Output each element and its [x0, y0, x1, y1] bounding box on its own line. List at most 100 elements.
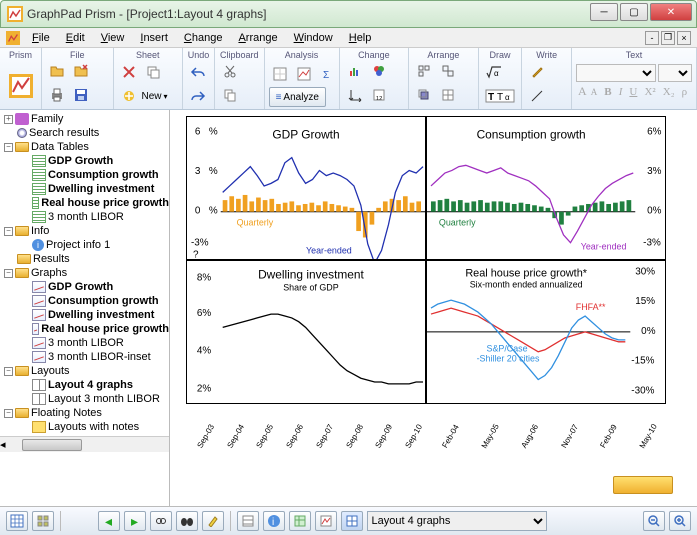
tree-dt-item[interactable]: Real house price growth [0, 196, 169, 210]
tree-dt-item[interactable]: Dwelling investment [0, 182, 169, 196]
tree-dt-item[interactable]: 3 month LIBOR [0, 210, 169, 224]
tree-data-tables[interactable]: −Data Tables [0, 140, 169, 154]
highlight-box[interactable] [613, 476, 673, 494]
tree-search[interactable]: Search results [0, 126, 169, 140]
nav-first-icon[interactable]: ◂ [98, 511, 120, 531]
save-icon[interactable] [70, 84, 92, 106]
menu-app-icon[interactable] [6, 31, 20, 45]
superscript-icon[interactable]: X² [644, 86, 655, 98]
nav-highlight-icon[interactable] [202, 511, 224, 531]
arrange4-icon[interactable] [437, 84, 459, 106]
view-datatable-icon[interactable] [6, 511, 28, 531]
menu-arrange[interactable]: Arrange [230, 30, 285, 46]
tree-family[interactable]: +Family [0, 112, 169, 126]
new-dropdown-icon[interactable]: ▾ [164, 92, 168, 101]
change-axes-icon[interactable] [344, 84, 366, 106]
maximize-button[interactable]: ▢ [620, 3, 648, 21]
change4-icon[interactable]: ₁₂ [368, 84, 390, 106]
sheet-selector-combo[interactable]: Layout 4 graphs [367, 511, 547, 531]
line-icon[interactable] [526, 85, 548, 107]
copy-icon[interactable] [219, 84, 241, 106]
font-family-combo[interactable] [576, 64, 656, 82]
view-gallery-icon[interactable] [32, 511, 54, 531]
close-button[interactable]: ✕ [650, 3, 692, 21]
tree-note-item[interactable]: Layouts with notes [0, 420, 169, 434]
font-size-combo[interactable] [658, 64, 692, 82]
tree-graph-item[interactable]: 3 month LIBOR-inset [0, 350, 169, 364]
undo-icon[interactable] [187, 61, 209, 83]
tree-layout-item[interactable]: Layout 3 month LIBOR [0, 392, 169, 406]
chart-house-price[interactable]: 30% 15% 0% -15% -30% Real house price gr… [426, 260, 666, 404]
mdi-close-button[interactable]: × [677, 31, 691, 45]
group-icon[interactable] [437, 60, 459, 82]
sqrt-icon[interactable]: α [483, 61, 505, 83]
view-results-icon[interactable] [289, 511, 311, 531]
sidebar-h-scrollbar[interactable]: ◂ [0, 436, 169, 452]
bring-front-icon[interactable] [413, 84, 435, 106]
tree-floating-notes[interactable]: −Floating Notes [0, 406, 169, 420]
nav-binoculars-icon[interactable] [176, 511, 198, 531]
view-layout-icon[interactable] [341, 511, 363, 531]
subscript-icon[interactable]: X₂ [663, 86, 675, 98]
view-info-icon[interactable]: i [263, 511, 285, 531]
tree-dt-item[interactable]: GDP Growth [0, 154, 169, 168]
layout-canvas[interactable]: 6% 3% 0% -3% ? GDP Growth Quarterly Year… [170, 110, 697, 506]
new-sheet-label[interactable]: New [142, 91, 162, 102]
nav-link-icon[interactable] [150, 511, 172, 531]
tree-info[interactable]: −Info [0, 224, 169, 238]
change-colors-icon[interactable] [368, 60, 390, 82]
view-graph-icon[interactable] [315, 511, 337, 531]
menu-edit[interactable]: Edit [58, 30, 93, 46]
redo-icon[interactable] [187, 85, 209, 107]
tree-graph-item[interactable]: Consumption growth [0, 294, 169, 308]
menu-change[interactable]: Change [176, 30, 231, 46]
mdi-minimize-button[interactable]: - [645, 31, 659, 45]
analysis-icon[interactable] [269, 63, 291, 85]
tree-graph-item[interactable]: Dwelling investment [0, 308, 169, 322]
underline-icon[interactable]: U [629, 86, 637, 98]
new-sheet-icon[interactable] [118, 85, 140, 107]
cut-icon[interactable] [219, 60, 241, 82]
chart-gdp-growth[interactable]: 6% 3% 0% -3% ? GDP Growth Quarterly Year… [186, 116, 426, 260]
text-tool-icon[interactable]: TTα [483, 85, 517, 107]
duplicate-sheet-icon[interactable] [142, 61, 164, 83]
align-icon[interactable] [413, 60, 435, 82]
tree-layouts[interactable]: −Layouts [0, 364, 169, 378]
menu-view[interactable]: View [93, 30, 133, 46]
tree-dt-item[interactable]: Consumption growth [0, 168, 169, 182]
analysis3-icon[interactable]: Σ [317, 63, 339, 85]
bold-icon[interactable]: B [604, 86, 611, 98]
tree-results[interactable]: Results [0, 252, 169, 266]
delete-sheet-icon[interactable] [118, 61, 140, 83]
chart-layout-panel[interactable]: 6% 3% 0% -3% ? GDP Growth Quarterly Year… [186, 116, 666, 436]
prism-icon[interactable] [4, 69, 37, 103]
menu-file[interactable]: File [24, 30, 58, 46]
font-larger-icon[interactable]: A [578, 84, 587, 98]
mdi-restore-button[interactable]: ❐ [661, 31, 675, 45]
chart-dwelling[interactable]: 8% 6% 4% 2% Dwelling investment Share of… [186, 260, 426, 404]
menu-help[interactable]: Help [341, 30, 380, 46]
zoom-out-icon[interactable] [643, 511, 665, 531]
zoom-in-icon[interactable] [669, 511, 691, 531]
font-smaller-icon[interactable]: A [591, 87, 598, 97]
print-icon[interactable] [46, 84, 68, 106]
tree-graphs[interactable]: −Graphs [0, 266, 169, 280]
greek-icon[interactable]: ρ [682, 86, 688, 98]
menu-insert[interactable]: Insert [132, 30, 176, 46]
open-icon[interactable] [46, 60, 68, 82]
tree-layout-item[interactable]: Layout 4 graphs [0, 378, 169, 392]
nav-play-icon[interactable]: ▸ [124, 511, 146, 531]
menu-window[interactable]: Window [286, 30, 341, 46]
analyze-button[interactable]: ≡Analyze [269, 87, 326, 107]
tree-graph-item[interactable]: Real house price growth [0, 322, 169, 336]
view-data-icon[interactable] [237, 511, 259, 531]
tree-graph-item[interactable]: 3 month LIBOR [0, 336, 169, 350]
close-file-icon[interactable] [70, 60, 92, 82]
minimize-button[interactable]: ─ [590, 3, 618, 21]
italic-icon[interactable]: I [619, 86, 623, 98]
tree-graph-item[interactable]: GDP Growth [0, 280, 169, 294]
pen-icon[interactable] [526, 61, 548, 83]
analysis2-icon[interactable] [293, 63, 315, 85]
chart-consumption[interactable]: 6% 3% 0% -3% Consumption growth Quarterl… [426, 116, 666, 260]
tree-info-item[interactable]: iProject info 1 [0, 238, 169, 252]
